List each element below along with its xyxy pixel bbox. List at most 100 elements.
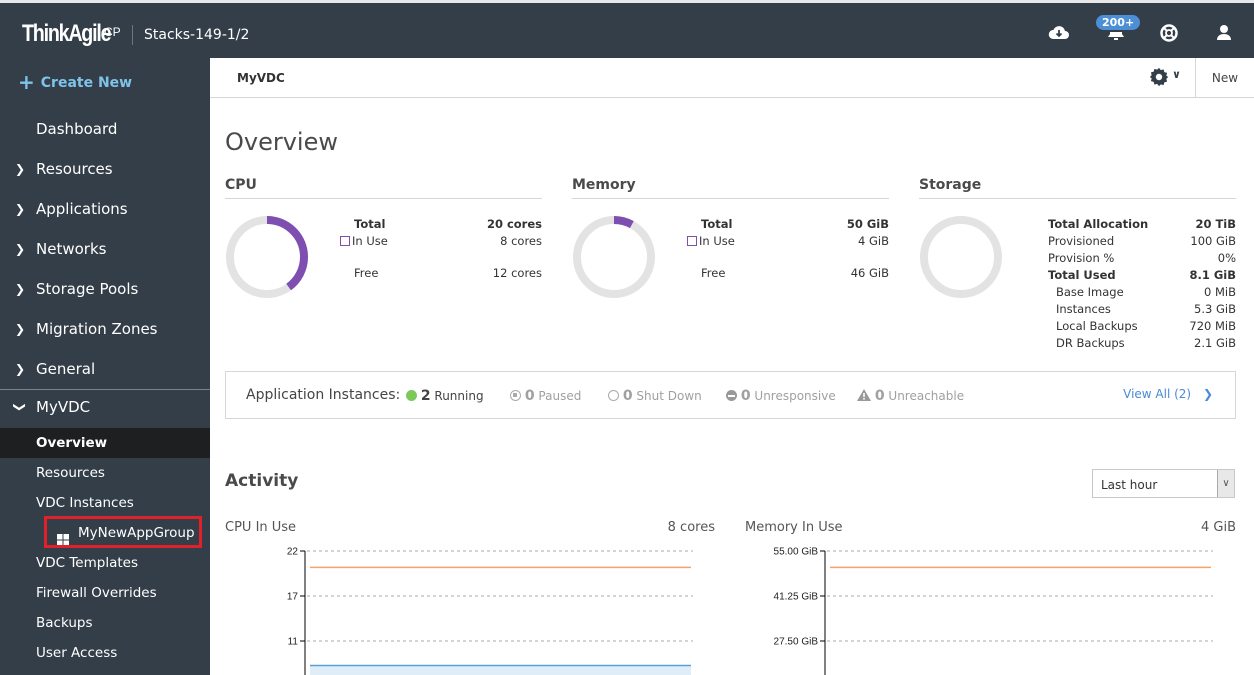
sidebar-item-resources[interactable]: ❯ Resources	[0, 154, 210, 184]
status-label: Running	[434, 389, 484, 403]
sidebar-item-dashboard[interactable]: Dashboard	[0, 114, 210, 144]
sidebar-subitem-user-access[interactable]: User Access	[0, 638, 210, 668]
create-new-button[interactable]: + Create New	[18, 70, 132, 94]
storage-stat-value: 5.3 GiB	[1194, 302, 1236, 316]
in-use-legend-icon	[687, 236, 697, 246]
new-button[interactable]: New	[1195, 58, 1254, 98]
storage-stat-label: Base Image	[1056, 285, 1124, 299]
chevron-right-icon: ❯	[15, 322, 26, 336]
sidebar-item-storage-pools[interactable]: ❯ Storage Pools	[0, 274, 210, 304]
status-label: Unresponsive	[754, 389, 836, 403]
status-label: Unreachable	[888, 389, 965, 403]
storage-stat-value: 720 MiB	[1189, 319, 1236, 333]
memory-section-title: Memory	[572, 177, 636, 193]
sidebar-subitem-vdc-templates[interactable]: VDC Templates	[0, 548, 210, 578]
sidebar-item-label: Resources	[36, 465, 105, 481]
brand-separator	[132, 25, 133, 45]
breadcrumb-current[interactable]: MyVDC	[237, 71, 285, 85]
cpu-chart-current-value: 8 cores	[667, 520, 715, 535]
cpu-in-use-row: In Use	[340, 234, 388, 248]
brand-suffix: CP	[104, 25, 121, 39]
sidebar-item-label: Backups	[36, 615, 93, 631]
sidebar-subitem-firewall-overrides[interactable]: Firewall Overrides	[0, 578, 210, 608]
y-tick-label: 17	[287, 592, 299, 603]
status-count: 0	[622, 388, 633, 404]
storage-stat-label: Local Backups	[1056, 319, 1138, 333]
sidebar-item-general[interactable]: ❯ General	[0, 354, 210, 384]
sidebar-subitem-backups[interactable]: Backups	[0, 608, 210, 638]
cloud-download-icon[interactable]	[1047, 21, 1071, 45]
memory-in-use-row: In Use	[687, 234, 735, 248]
status-shut-down[interactable]: 0 Shut Down	[608, 388, 702, 404]
donut-track	[920, 216, 1002, 298]
activity-title: Activity	[225, 471, 299, 491]
chevron-down-icon: ∨	[1172, 68, 1181, 81]
storage-donut-chart	[920, 216, 1002, 298]
storage-stat-value: 0%	[1217, 251, 1236, 265]
storage-stat-label: Total Allocation	[1048, 217, 1149, 231]
settings-menu-button[interactable]: ∨	[1148, 66, 1194, 90]
sidebar-item-label: VDC Instances	[36, 495, 134, 511]
chevron-down-icon: ∨	[1217, 470, 1234, 497]
in-use-legend-icon	[340, 236, 350, 246]
sidebar-subitem-overview[interactable]: Overview	[0, 428, 210, 458]
storage-stat-label: Instances	[1056, 302, 1111, 316]
sidebar-item-label: MyVDC	[36, 398, 91, 416]
status-unreachable[interactable]: 0 Unreachable	[857, 388, 964, 404]
sidebar-item-networks[interactable]: ❯ Networks	[0, 234, 210, 264]
memory-in-use-value: 4 GiB	[858, 234, 889, 248]
status-label: Paused	[538, 389, 582, 403]
cpu-in-use-label: In Use	[352, 234, 388, 248]
memory-chart-title: Memory In Use	[745, 520, 843, 535]
view-all-link[interactable]: View All (2) ❯	[1123, 387, 1213, 401]
chevron-right-icon: ❯	[15, 202, 26, 216]
storage-stat-value: 20 TiB	[1195, 217, 1236, 231]
memory-free-label: Free	[701, 266, 726, 280]
status-running[interactable]: 2 Running	[406, 388, 484, 404]
application-instances-panel: Application Instances: 2 Running 0 Pause…	[225, 371, 1236, 419]
storage-stat-label: DR Backups	[1056, 336, 1125, 350]
cpu-section-title: CPU	[225, 177, 257, 193]
sidebar-item-applications[interactable]: ❯ Applications	[0, 194, 210, 224]
storage-stat-label: Total Used	[1048, 268, 1116, 282]
instances-label: Application Instances:	[246, 387, 401, 403]
usage-area	[310, 665, 691, 675]
memory-free-value: 46 GiB	[850, 266, 889, 280]
page-title: Overview	[225, 128, 338, 156]
sidebar-subitem-vdc-instances[interactable]: VDC Instances	[0, 488, 210, 518]
status-count: 0	[740, 388, 751, 404]
memory-chart-current-value: 4 GiB	[1200, 520, 1236, 535]
sidebar-item-label: Migration Zones	[36, 320, 158, 338]
sidebar-group-myvdc[interactable]: ❯ MyVDC	[0, 392, 210, 422]
cpu-free-label: Free	[354, 266, 379, 280]
sidebar-item-migration-zones[interactable]: ❯ Migration Zones	[0, 314, 210, 344]
status-paused[interactable]: 0 Paused	[510, 388, 581, 404]
sidebar-item-label: Resources	[36, 160, 113, 178]
y-tick-label: 22	[287, 547, 299, 558]
y-tick-label: 11	[288, 637, 299, 648]
status-unresponsive[interactable]: 0 Unresponsive	[726, 388, 836, 404]
memory-in-use-label: In Use	[699, 234, 735, 248]
sidebar-item-label: VDC Templates	[36, 555, 138, 571]
sidebar-divider	[0, 389, 210, 390]
sidebar-subitem-resources[interactable]: Resources	[0, 458, 210, 488]
user-icon[interactable]	[1212, 21, 1236, 45]
help-lifebuoy-icon[interactable]	[1157, 21, 1181, 45]
memory-in-use-chart: 55.00 GiB 41.25 GiB 27.50 GiB	[774, 547, 1213, 675]
y-tick-label: 55.00 GiB	[774, 547, 819, 558]
sidebar: + Create New Dashboard ❯ Resources ❯ Appl…	[0, 58, 210, 675]
storage-stat-value: 0 MiB	[1204, 285, 1236, 299]
y-tick-label: 27.50 GiB	[774, 637, 819, 648]
y-tick-label: 41.25 GiB	[774, 592, 819, 603]
cpu-in-use-chart: 22 17 11	[287, 547, 693, 675]
storage-stat-label: Provisioned	[1048, 234, 1115, 248]
time-range-select[interactable]: Last hour ∨	[1092, 469, 1235, 498]
notifications-badge[interactable]: 200+	[1096, 15, 1141, 30]
section-divider	[572, 198, 889, 199]
section-divider	[919, 198, 1236, 199]
brand-logo[interactable]: ThinkAgile	[22, 20, 112, 48]
storage-stat-label: Provision %	[1048, 251, 1115, 265]
status-count: 0	[524, 388, 535, 404]
sidebar-item-label: General	[36, 360, 96, 378]
memory-total-label: Total	[701, 217, 733, 231]
